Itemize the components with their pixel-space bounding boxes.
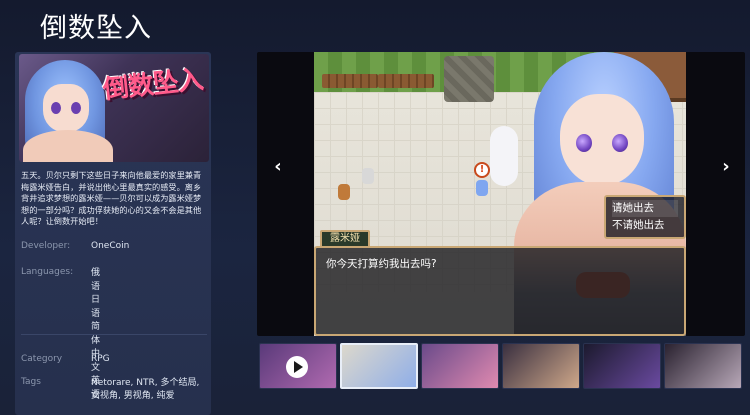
screenshot-thumbnail[interactable]	[502, 343, 580, 389]
portrait-face	[560, 94, 644, 186]
portrait-hand	[490, 126, 518, 186]
capsule-character-body	[23, 130, 113, 162]
previous-arrow-icon[interactable]: ‹	[268, 156, 288, 177]
screenshot-thumbnail[interactable]	[340, 343, 418, 389]
scene-bench	[378, 74, 434, 88]
scene-sprite	[362, 168, 374, 184]
game-description: 五天。贝尔只剩下这些日子来向他最爱的家里兼青梅露米娅告白，并说出他心里最真实的感…	[21, 170, 202, 226]
game-info-panel: 倒数坠入 五天。贝尔只剩下这些日子来向他最爱的家里兼青梅露米娅告白，并说出他心里…	[15, 52, 211, 415]
languages-label: Languages:	[21, 267, 74, 277]
language-item: 俄语	[91, 268, 101, 292]
choice-option: 请她出去	[612, 200, 678, 217]
portrait-eye	[612, 134, 628, 152]
game-screenshot: ! 请她出去 不请她出去 你今天打算约我出去吗? 露米娅	[314, 52, 686, 336]
developer-link[interactable]: OneCoin	[91, 241, 129, 251]
video-thumbnail[interactable]	[259, 343, 337, 389]
capsule-image: 倒数坠入	[19, 54, 209, 162]
screenshot-thumbnail[interactable]	[583, 343, 661, 389]
play-icon	[286, 356, 308, 378]
tags-line[interactable]: Netorare, NTR, 多个结局,	[91, 377, 211, 390]
tags-list[interactable]: Netorare, NTR, 多个结局, 女视角, 男视角, 纯爱	[91, 377, 211, 403]
capsule-character-face	[43, 84, 89, 132]
next-arrow-icon[interactable]: ›	[716, 156, 736, 177]
tags-label: Tags	[21, 377, 41, 387]
scene-sprite	[476, 180, 488, 196]
capsule-character-eye	[71, 102, 81, 114]
speaker-name: 露米娅	[320, 230, 370, 248]
dialog-text: 你今天打算约我出去吗?	[326, 258, 437, 270]
choice-option: 不请她出去	[612, 219, 665, 231]
game-logo: 倒数坠入	[101, 65, 205, 106]
language-item: 简体中文	[91, 322, 101, 373]
scene-rock	[444, 56, 494, 102]
section-divider	[21, 334, 207, 335]
portrait-eye	[576, 134, 592, 152]
capsule-character-eye	[51, 102, 61, 114]
category-label: Category	[21, 354, 63, 364]
category-link[interactable]: RPG	[91, 354, 110, 364]
tags-line[interactable]: 女视角, 男视角, 纯爱	[91, 390, 211, 403]
screenshot-thumbnail[interactable]	[421, 343, 499, 389]
screenshot-thumbnail[interactable]	[664, 343, 742, 389]
scene-sprite	[338, 184, 350, 200]
dialog-box: 你今天打算约我出去吗?	[314, 246, 686, 336]
language-item: 日语	[91, 295, 101, 319]
media-viewer: ! 请她出去 不请她出去 你今天打算约我出去吗? 露米娅	[257, 52, 745, 336]
page-title: 倒数坠入	[40, 13, 152, 44]
developer-label: Developer:	[21, 241, 71, 251]
choice-menu: 请她出去 不请她出去	[604, 195, 686, 239]
exclamation-icon: !	[474, 162, 490, 178]
thumbnail-strip	[257, 343, 745, 390]
scene-bench	[322, 74, 378, 88]
